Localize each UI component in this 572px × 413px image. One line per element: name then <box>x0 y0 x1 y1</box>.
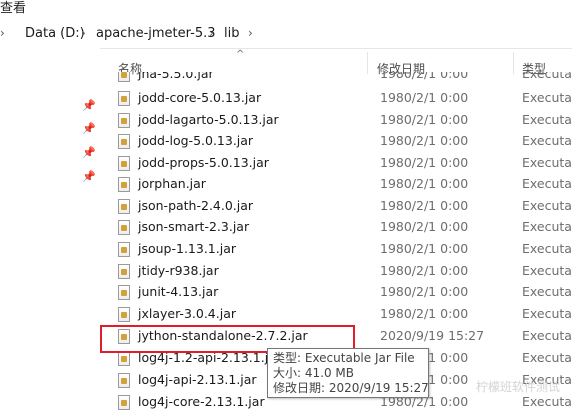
file-date: 1980/2/1 0:00 <box>380 284 469 299</box>
file-type: Executab <box>522 394 572 409</box>
file-type: Executab <box>522 176 572 191</box>
file-date: 1980/2/1 0:00 <box>380 112 469 127</box>
column-divider[interactable] <box>367 52 368 74</box>
file-date: 1980/2/1 0:00 <box>380 263 469 278</box>
file-row[interactable]: jxlayer-3.0.4.jar 1980/2/1 0:00 Executab <box>100 304 572 325</box>
file-row[interactable]: jtidy-r938.jar 1980/2/1 0:00 Executab <box>100 261 572 282</box>
jar-file-icon <box>118 177 130 192</box>
file-name: jodd-core-5.0.13.jar <box>138 90 262 105</box>
file-row[interactable]: jsoup-1.13.1.jar 1980/2/1 0:00 Executab <box>100 239 572 260</box>
file-type: Executab <box>522 90 572 105</box>
pin-icon[interactable]: 📌 <box>82 100 96 112</box>
breadcrumb-separator-icon[interactable]: › <box>248 26 253 40</box>
sort-up-icon: ^ <box>236 49 245 60</box>
tooltip-size: 大小: 41.0 MB <box>273 366 354 380</box>
file-type: Executab <box>522 219 572 234</box>
file-type: Executab <box>522 284 572 299</box>
file-row[interactable]: jodd-log-5.0.13.jar 1980/2/1 0:00 Execut… <box>100 131 572 152</box>
jar-file-icon <box>118 351 130 366</box>
file-name: jodd-log-5.0.13.jar <box>138 133 254 148</box>
menu-view[interactable]: 查看 <box>0 0 26 16</box>
file-name: jna-5.5.0.jar <box>138 66 214 81</box>
file-type: Executab <box>522 133 572 148</box>
file-name: jtidy-r938.jar <box>138 263 219 278</box>
file-name: jxlayer-3.0.4.jar <box>138 306 236 321</box>
breadcrumb-separator-icon: › <box>0 26 5 40</box>
jar-file-icon <box>118 156 130 171</box>
file-name: log4j-core-2.13.1.jar <box>138 394 265 409</box>
file-type: Executab <box>522 306 572 321</box>
file-tooltip: 类型: Executable Jar File 大小: 41.0 MB 修改日期… <box>267 348 429 398</box>
breadcrumb-separator-icon[interactable]: › <box>209 26 214 40</box>
column-divider[interactable] <box>513 52 514 74</box>
file-date: 1980/2/1 0:00 <box>380 241 469 256</box>
breadcrumb-item-drive[interactable]: Data (D:) <box>25 26 85 41</box>
file-type: Executab <box>522 263 572 278</box>
jar-file-icon <box>118 395 130 410</box>
file-date: 1980/2/1 0:00 <box>380 176 469 191</box>
file-name: json-path-2.4.0.jar <box>138 198 254 213</box>
file-name: junit-4.13.jar <box>138 284 219 299</box>
file-date: 1980/2/1 0:00 <box>380 133 469 148</box>
file-name: jsoup-1.13.1.jar <box>138 241 237 256</box>
file-row[interactable]: jna-5.5.0.jar 1980/2/1 0:00 Executab <box>100 66 572 85</box>
jar-file-icon <box>118 134 130 149</box>
breadcrumb-item-lib[interactable]: lib <box>224 26 239 41</box>
jar-file-icon <box>118 307 130 322</box>
tooltip-type: 类型: Executable Jar File <box>273 351 415 365</box>
pin-icon[interactable]: 📌 <box>82 123 96 135</box>
file-name: jorphan.jar <box>138 176 206 191</box>
tooltip-modified: 修改日期: 2020/9/19 15:27 <box>273 381 429 395</box>
breadcrumb-item-jmeter[interactable]: apache-jmeter-5.3 <box>96 26 216 41</box>
file-row[interactable]: junit-4.13.jar 1980/2/1 0:00 Executab <box>100 282 572 303</box>
file-type: Executab <box>522 198 572 213</box>
pin-icon[interactable]: 📌 <box>82 171 96 183</box>
file-date: 2020/9/19 15:27 <box>380 328 485 343</box>
file-type: Executab <box>522 328 572 343</box>
watermark: 柠檬班软件测试 <box>476 380 561 394</box>
file-row[interactable]: jorphan.jar 1980/2/1 0:00 Executab <box>100 174 572 195</box>
file-row[interactable]: jodd-lagarto-5.0.13.jar 1980/2/1 0:00 Ex… <box>100 110 572 131</box>
file-type: Executab <box>522 350 572 365</box>
file-date: 1980/2/1 0:00 <box>380 90 469 105</box>
file-name: jodd-props-5.0.13.jar <box>138 155 269 170</box>
jar-file-icon <box>118 220 130 235</box>
jar-file-icon <box>118 91 130 106</box>
address-bar[interactable]: › Data (D:) › apache-jmeter-5.3 › lib › <box>0 22 572 49</box>
navigation-pane[interactable]: 📌 📌 📌 📌 <box>0 48 100 401</box>
file-date: 1980/2/1 0:00 <box>380 155 469 170</box>
file-row[interactable]: jodd-core-5.0.13.jar 1980/2/1 0:00 Execu… <box>100 88 572 109</box>
file-type: Executab <box>522 241 572 256</box>
file-row[interactable]: jodd-props-5.0.13.jar 1980/2/1 0:00 Exec… <box>100 153 572 174</box>
jar-file-icon <box>118 199 130 214</box>
jar-file-icon <box>118 242 130 257</box>
file-name: log4j-api-2.13.1.jar <box>138 372 257 387</box>
file-row[interactable]: json-path-2.4.0.jar 1980/2/1 0:00 Execut… <box>100 196 572 217</box>
breadcrumb-separator-icon[interactable]: › <box>81 26 86 40</box>
file-type: Executab <box>522 112 572 127</box>
jar-file-icon <box>118 113 130 128</box>
file-row[interactable]: json-smart-2.3.jar 1980/2/1 0:00 Executa… <box>100 217 572 238</box>
jar-file-icon <box>118 285 130 300</box>
file-date: 1980/2/1 0:00 <box>380 198 469 213</box>
file-date: 1980/2/1 0:00 <box>380 219 469 234</box>
file-type: Executab <box>522 155 572 170</box>
jar-file-icon <box>118 264 130 279</box>
file-name: json-smart-2.3.jar <box>138 219 250 234</box>
file-name: jodd-lagarto-5.0.13.jar <box>138 112 279 127</box>
jar-file-icon <box>118 373 130 388</box>
pin-icon[interactable]: 📌 <box>82 147 96 159</box>
file-date: 1980/2/1 0:00 <box>380 306 469 321</box>
